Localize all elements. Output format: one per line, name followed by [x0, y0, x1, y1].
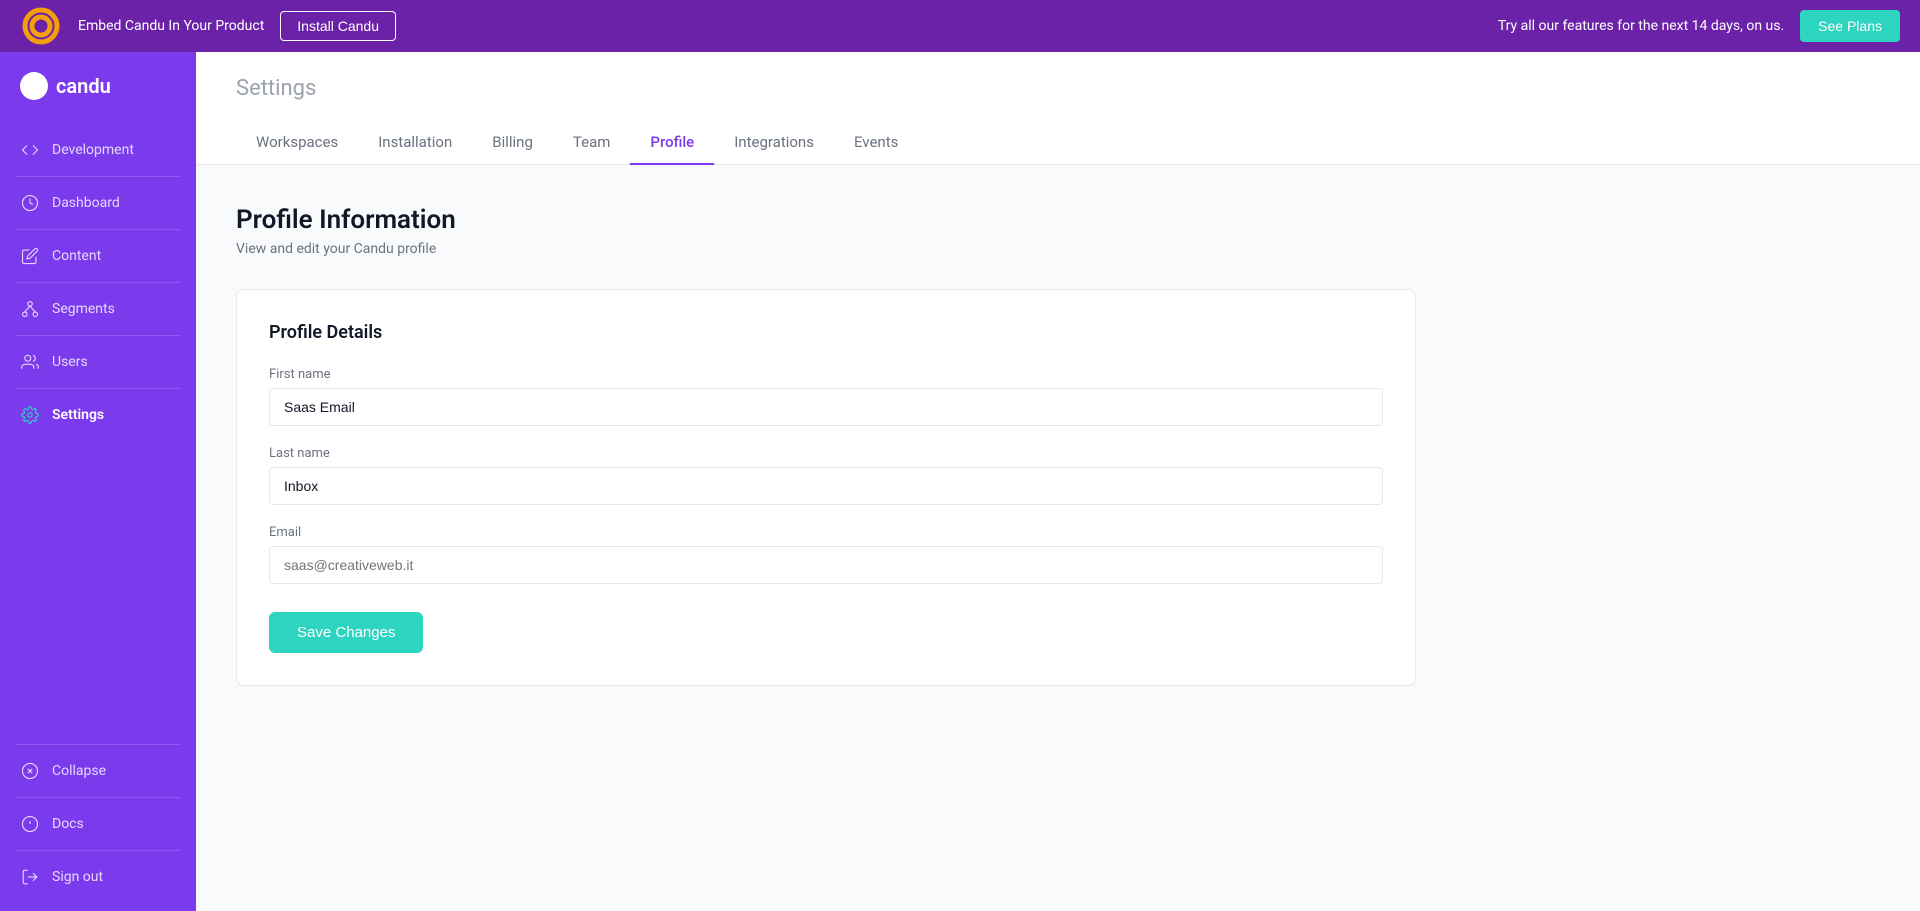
sidebar-label-segments: Segments	[52, 301, 115, 317]
profile-card: Profile Details First name Last name Ema…	[236, 289, 1416, 686]
tab-integrations[interactable]: Integrations	[714, 121, 834, 165]
sidebar-nav: Development Dashboard Content	[0, 120, 196, 732]
install-candu-button[interactable]: Install Candu	[280, 11, 396, 41]
sidebar-label-users: Users	[52, 354, 88, 370]
first-name-input[interactable]	[269, 388, 1383, 426]
settings-header: Settings Workspaces Installation Billing…	[196, 52, 1920, 165]
sidebar-divider-bottom-1	[16, 744, 180, 745]
dashboard-icon	[20, 193, 40, 213]
sidebar-label-docs: Docs	[52, 816, 84, 832]
settings-icon	[20, 405, 40, 425]
sidebar: C candu Development Dashboard	[0, 52, 196, 911]
last-name-group: Last name	[269, 446, 1383, 505]
save-changes-button[interactable]: Save Changes	[269, 612, 423, 653]
development-icon	[20, 140, 40, 160]
sidebar-item-signout[interactable]: Sign out	[0, 855, 196, 899]
collapse-icon	[20, 761, 40, 781]
email-input[interactable]	[269, 546, 1383, 584]
sidebar-item-dashboard[interactable]: Dashboard	[0, 181, 196, 225]
email-label: Email	[269, 525, 1383, 540]
banner-embed-text: Embed Candu In Your Product	[78, 18, 264, 34]
sidebar-bottom: Collapse Docs Sign out	[0, 732, 196, 911]
sidebar-label-signout: Sign out	[52, 869, 103, 885]
docs-icon	[20, 814, 40, 834]
sidebar-item-segments[interactable]: Segments	[0, 287, 196, 331]
sidebar-label-collapse: Collapse	[52, 763, 106, 779]
sidebar-divider-3	[16, 282, 180, 283]
main-layout: C candu Development Dashboard	[0, 52, 1920, 911]
sidebar-divider-4	[16, 335, 180, 336]
sidebar-divider-2	[16, 229, 180, 230]
sidebar-item-docs[interactable]: Docs	[0, 802, 196, 846]
users-icon	[20, 352, 40, 372]
content-area: Settings Workspaces Installation Billing…	[196, 52, 1920, 911]
tab-installation[interactable]: Installation	[358, 121, 472, 165]
sidebar-divider-1	[16, 176, 180, 177]
email-group: Email	[269, 525, 1383, 584]
profile-heading: Profile Information	[236, 205, 1880, 235]
first-name-label: First name	[269, 367, 1383, 382]
sidebar-item-content[interactable]: Content	[0, 234, 196, 278]
sidebar-label-development: Development	[52, 142, 134, 158]
page-title: Settings	[236, 76, 1880, 101]
segments-icon	[20, 299, 40, 319]
sidebar-divider-bottom-2	[16, 797, 180, 798]
tab-billing[interactable]: Billing	[472, 121, 553, 165]
signout-icon	[20, 867, 40, 887]
candu-logo-icon: C	[20, 72, 48, 100]
see-plans-button[interactable]: See Plans	[1800, 10, 1900, 42]
content-icon	[20, 246, 40, 266]
card-title: Profile Details	[269, 322, 1383, 343]
banner-logo-icon	[20, 5, 62, 47]
tab-team[interactable]: Team	[553, 121, 631, 165]
tab-events[interactable]: Events	[834, 121, 918, 165]
candu-logo-text: candu	[56, 74, 111, 98]
settings-tabs: Workspaces Installation Billing Team Pro…	[236, 121, 1880, 164]
tab-workspaces[interactable]: Workspaces	[236, 121, 358, 165]
last-name-label: Last name	[269, 446, 1383, 461]
top-banner: Embed Candu In Your Product Install Cand…	[0, 0, 1920, 52]
sidebar-divider-bottom-3	[16, 850, 180, 851]
banner-trial-text: Try all our features for the next 14 day…	[1498, 18, 1784, 34]
main-content: Profile Information View and edit your C…	[196, 165, 1920, 911]
sidebar-label-settings: Settings	[52, 407, 104, 423]
sidebar-divider-5	[16, 388, 180, 389]
banner-left: Embed Candu In Your Product Install Cand…	[20, 5, 396, 47]
sidebar-label-dashboard: Dashboard	[52, 195, 120, 211]
first-name-group: First name	[269, 367, 1383, 426]
sidebar-item-development[interactable]: Development	[0, 128, 196, 172]
candu-logo: C candu	[20, 72, 111, 100]
banner-right: Try all our features for the next 14 day…	[1498, 10, 1900, 42]
sidebar-item-settings[interactable]: Settings	[0, 393, 196, 437]
sidebar-header: C candu	[0, 52, 196, 120]
tab-profile[interactable]: Profile	[630, 121, 714, 165]
sidebar-item-collapse[interactable]: Collapse	[0, 749, 196, 793]
sidebar-label-content: Content	[52, 248, 101, 264]
sidebar-item-users[interactable]: Users	[0, 340, 196, 384]
last-name-input[interactable]	[269, 467, 1383, 505]
svg-text:C: C	[31, 82, 37, 93]
profile-subheading: View and edit your Candu profile	[236, 241, 1880, 257]
